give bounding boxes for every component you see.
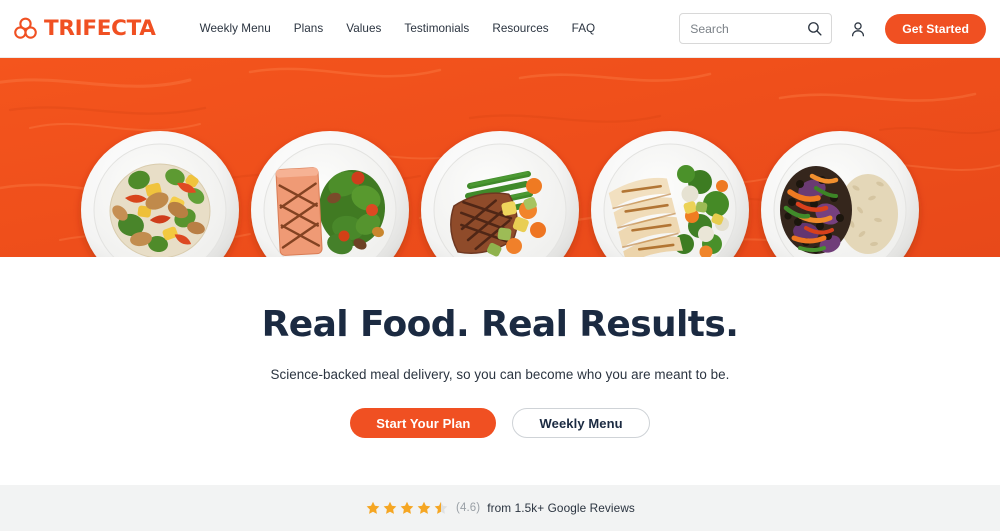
trifecta-landing-page: TRIFECTA Weekly Menu Plans Values Testim… bbox=[0, 0, 1000, 531]
search-submit-button[interactable] bbox=[806, 20, 823, 37]
get-started-button[interactable]: Get Started bbox=[885, 13, 986, 44]
star-filled-icon-3 bbox=[400, 501, 414, 514]
nav-item-plans[interactable]: Plans bbox=[294, 22, 324, 35]
search-input[interactable] bbox=[690, 21, 807, 36]
search-box[interactable] bbox=[679, 13, 833, 44]
rating-value: (4.6) bbox=[456, 502, 481, 514]
start-your-plan-button[interactable]: Start Your Plan bbox=[350, 408, 497, 439]
star-half-icon-5 bbox=[434, 501, 448, 514]
hero-title: Real Food. Real Results. bbox=[261, 304, 739, 345]
account-button[interactable] bbox=[849, 20, 867, 38]
hero-section: Real Food. Real Results. Science-backed … bbox=[0, 257, 1000, 485]
hero-banner bbox=[0, 58, 1000, 257]
hero-subtitle: Science-backed meal delivery, so you can… bbox=[270, 367, 730, 383]
hero-cta-group: Start Your Plan Weekly Menu bbox=[0, 408, 1000, 439]
hero-banner-image bbox=[0, 58, 1000, 257]
nav-item-testimonials[interactable]: Testimonials bbox=[404, 22, 469, 35]
star-filled-icon-2 bbox=[383, 501, 397, 514]
brand-wordmark: TRIFECTA bbox=[44, 15, 156, 41]
reviews-source-text: from 1.5k+ Google Reviews bbox=[487, 501, 635, 515]
star-rating bbox=[365, 500, 449, 516]
nav-item-weekly-menu[interactable]: Weekly Menu bbox=[200, 22, 271, 35]
star-filled-icon-4 bbox=[417, 501, 431, 514]
main-navigation: Weekly Menu Plans Values Testimonials Re… bbox=[200, 22, 596, 35]
nav-item-values[interactable]: Values bbox=[346, 22, 381, 35]
reviews-bar: (4.6) from 1.5k+ Google Reviews bbox=[0, 485, 1000, 531]
trifecta-trefoil-logo-icon bbox=[14, 17, 37, 39]
brand-logo[interactable]: TRIFECTA bbox=[12, 15, 156, 42]
star-filled-icon-1 bbox=[366, 501, 380, 514]
user-account-icon bbox=[852, 21, 865, 36]
search-icon bbox=[808, 22, 822, 36]
weekly-menu-button[interactable]: Weekly Menu bbox=[512, 408, 650, 439]
header-actions: Get Started bbox=[679, 13, 986, 44]
nav-item-faq[interactable]: FAQ bbox=[572, 22, 596, 35]
site-header: TRIFECTA Weekly Menu Plans Values Testim… bbox=[0, 0, 1000, 58]
nav-item-resources[interactable]: Resources bbox=[492, 22, 548, 35]
